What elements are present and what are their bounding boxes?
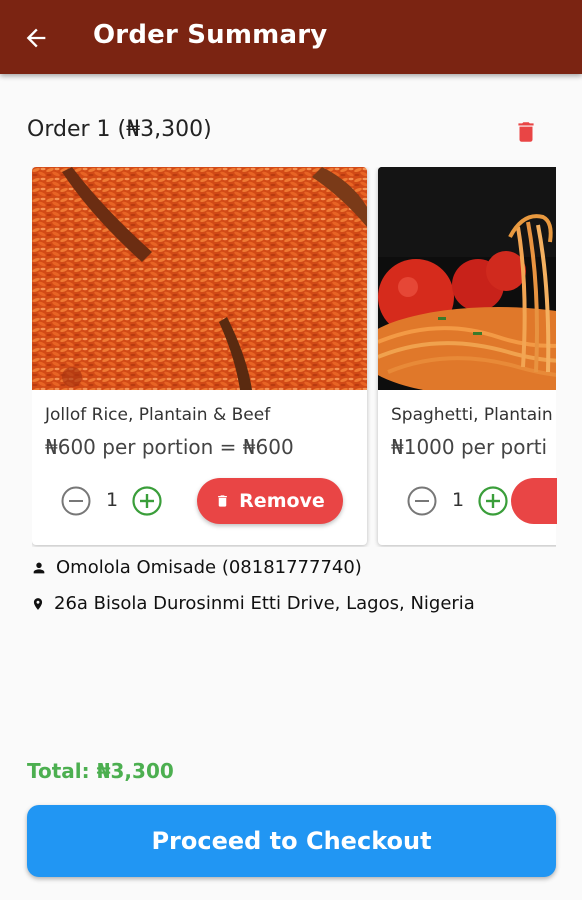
quantity-value: 1: [106, 489, 119, 511]
plus-circle-icon[interactable]: [477, 485, 509, 517]
remove-button[interactable]: Remove: [197, 478, 343, 524]
remove-button[interactable]: [511, 478, 557, 524]
page-title: Order Summary: [93, 20, 328, 50]
trash-icon: [218, 495, 228, 507]
jollof-rice-image: [32, 167, 367, 390]
location-pin-icon: [33, 597, 43, 610]
customer-address-row: 26a Bisola Durosinmi Etti Drive, Lagos, …: [31, 593, 475, 614]
order-item-card: Jollof Rice, Plantain & Beef ₦600 per po…: [32, 167, 367, 545]
person-icon: [33, 562, 45, 573]
remove-label: Remove: [239, 490, 325, 512]
customer-name-row: Omolola Omisade (08181777740): [31, 557, 362, 578]
order-total: Total: ₦3,300: [27, 759, 174, 783]
order-header: Order 1 (₦3,300): [27, 117, 212, 142]
item-name: Spaghetti, Plantain: [391, 405, 553, 425]
item-price: ₦600 per portion = ₦600: [45, 435, 294, 459]
item-price: ₦1000 per porti: [391, 435, 548, 459]
spaghetti-image: [378, 167, 556, 390]
back-arrow-icon[interactable]: [22, 24, 50, 52]
plus-circle-icon[interactable]: [131, 485, 163, 517]
customer-name: Omolola Omisade (08181777740): [56, 557, 362, 578]
customer-address: 26a Bisola Durosinmi Etti Drive, Lagos, …: [54, 593, 475, 614]
item-name: Jollof Rice, Plantain & Beef: [45, 405, 271, 425]
minus-circle-icon[interactable]: [60, 485, 92, 517]
trash-icon[interactable]: [513, 118, 539, 146]
app-bar: Order Summary: [0, 0, 582, 74]
order-items-carousel[interactable]: Jollof Rice, Plantain & Beef ₦600 per po…: [32, 167, 556, 547]
proceed-to-checkout-button[interactable]: Proceed to Checkout: [27, 805, 556, 877]
quantity-value: 1: [452, 489, 465, 511]
minus-circle-icon[interactable]: [406, 485, 438, 517]
